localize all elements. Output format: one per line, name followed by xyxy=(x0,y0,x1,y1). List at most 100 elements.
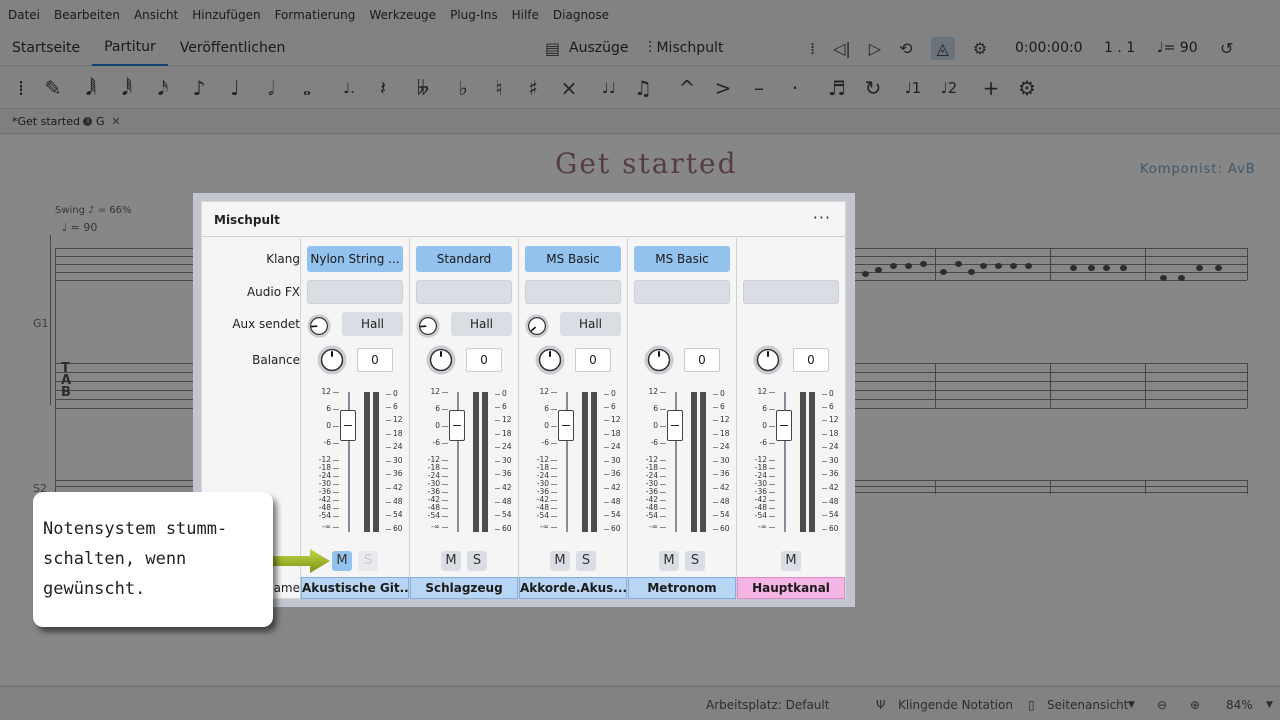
scale-tick-label: 6 xyxy=(653,405,666,413)
balance-input[interactable]: 0 xyxy=(684,348,720,372)
balance-knob-wrap[interactable] xyxy=(426,345,456,375)
meter-tick-label: 24 xyxy=(495,443,512,451)
sound-selector[interactable]: MS Basic xyxy=(634,246,730,272)
volume-fader-handle[interactable] xyxy=(776,410,792,441)
aux-send-knob[interactable] xyxy=(416,314,440,338)
meter-tick-label: 6 xyxy=(495,403,507,411)
scale-tick-label: 12 xyxy=(321,388,339,396)
audio-fx-slot[interactable] xyxy=(634,280,730,304)
scale-tick-label: 6 xyxy=(544,405,557,413)
balance-knob[interactable] xyxy=(317,345,347,375)
meter-tick-label: 6 xyxy=(604,403,616,411)
label-audio-fx: Audio FX xyxy=(246,285,300,299)
mute-button[interactable]: M xyxy=(550,551,570,571)
audio-fx-slot[interactable] xyxy=(525,280,621,304)
tick-mark xyxy=(551,459,557,461)
volume-fader-handle[interactable] xyxy=(558,410,574,441)
more-options-icon[interactable]: ··· xyxy=(813,208,831,227)
volume-fader-handle[interactable] xyxy=(449,410,465,441)
solo-button[interactable]: S xyxy=(685,551,705,571)
mute-button[interactable]: M xyxy=(441,551,461,571)
tick-mark xyxy=(333,467,339,469)
balance-input[interactable]: 0 xyxy=(575,348,611,372)
tick-mark xyxy=(495,501,500,503)
tick-mark xyxy=(386,446,391,448)
volume-fader-handle[interactable] xyxy=(340,410,356,441)
channel-name[interactable]: Metronom xyxy=(628,577,736,599)
volume-scale: 12 6 0 -6 -12 -18 -24 -30 -36 -42 -48 -54 -∞ xyxy=(309,388,339,538)
balance-input[interactable]: 0 xyxy=(357,348,393,372)
volume-fader-handle[interactable] xyxy=(667,410,683,441)
tick-mark xyxy=(713,433,718,435)
balance-knob-wrap[interactable] xyxy=(753,345,783,375)
level-meter-right xyxy=(373,392,379,532)
aux-send-knob-wrap[interactable] xyxy=(307,314,331,338)
tick-mark xyxy=(333,425,339,427)
aux-send-knob[interactable] xyxy=(307,314,331,338)
meter-tick-label: 12 xyxy=(822,416,839,424)
meter-tick-label: 48 xyxy=(386,498,403,506)
mute-button[interactable]: M xyxy=(781,551,801,571)
sound-selector[interactable]: Nylon String ... xyxy=(307,246,403,272)
meter-tick-text: 0 xyxy=(502,389,507,398)
channel-name[interactable]: Akkorde.Akus... xyxy=(519,577,627,599)
mute-button[interactable]: M xyxy=(659,551,679,571)
aux-send-knob-wrap[interactable] xyxy=(416,314,440,338)
audio-fx-slot[interactable] xyxy=(743,280,839,304)
tick-mark xyxy=(822,446,827,448)
mixer-title: Mischpult xyxy=(214,213,280,227)
mute-solo-row: MS xyxy=(519,551,628,571)
balance-knob[interactable] xyxy=(753,345,783,375)
meter-tick-label: 0 xyxy=(604,390,616,398)
aux-reverb-button[interactable]: Hall xyxy=(451,312,512,336)
tick-mark xyxy=(660,467,666,469)
balance-knob[interactable] xyxy=(535,345,565,375)
channel-name[interactable]: Akustische Git... xyxy=(301,577,409,599)
tick-mark xyxy=(495,393,500,395)
volume-fader-area: 12 6 0 -6 -12 -18 -24 -30 -36 -42 -48 -54 -∞ 0 6 12 18 24… xyxy=(410,388,519,538)
aux-send-knob-wrap[interactable] xyxy=(525,314,549,338)
tick-mark xyxy=(660,515,666,517)
sound-selector[interactable]: MS Basic xyxy=(525,246,621,272)
aux-reverb-button[interactable]: Hall xyxy=(342,312,403,336)
mute-button[interactable]: M xyxy=(332,551,352,571)
balance-knob[interactable] xyxy=(644,345,674,375)
meter-tick-label: 48 xyxy=(604,498,621,506)
channel-name[interactable]: Schlagzeug xyxy=(410,577,518,599)
balance-knob[interactable] xyxy=(426,345,456,375)
meter-tick-text: 0 xyxy=(611,389,616,398)
channel-name[interactable]: Hauptkanal xyxy=(737,577,845,599)
solo-button[interactable]: S xyxy=(467,551,487,571)
tick-mark xyxy=(604,514,609,516)
volume-scale: 12 6 0 -6 -12 -18 -24 -30 -36 -42 -48 -54 -∞ xyxy=(636,388,666,538)
tick-mark xyxy=(713,393,718,395)
meter-tick-text: 36 xyxy=(720,469,730,478)
meter-tick-label: 36 xyxy=(713,470,730,478)
mixer-channel: Standard Hall 0 12 6 0 -6 -12 -18 -24 -30 -36 -42 -48… xyxy=(410,238,519,600)
audio-fx-slot[interactable] xyxy=(416,280,512,304)
meter-tick-label: 24 xyxy=(604,443,621,451)
level-meter-right xyxy=(809,392,815,532)
aux-reverb-button[interactable]: Hall xyxy=(560,312,621,336)
scale-tick-label: -54 xyxy=(428,512,448,520)
meter-tick-label: 36 xyxy=(386,470,403,478)
solo-button[interactable]: S xyxy=(576,551,596,571)
balance-input[interactable]: 0 xyxy=(793,348,829,372)
meter-tick-label: 18 xyxy=(386,430,403,438)
balance-knob-wrap[interactable] xyxy=(317,345,347,375)
tick-mark xyxy=(713,514,718,516)
tick-mark xyxy=(769,442,775,444)
scale-tick-label: 6 xyxy=(762,405,775,413)
aux-send-knob[interactable] xyxy=(525,314,549,338)
sound-selector[interactable]: Standard xyxy=(416,246,512,272)
balance-input[interactable]: 0 xyxy=(466,348,502,372)
tick-mark xyxy=(442,483,448,485)
tick-mark xyxy=(442,507,448,509)
balance-knob-wrap[interactable] xyxy=(535,345,565,375)
audio-fx-slot[interactable] xyxy=(307,280,403,304)
level-meter-left xyxy=(582,392,588,532)
solo-button[interactable]: S xyxy=(358,551,378,571)
volume-scale: 12 6 0 -6 -12 -18 -24 -30 -36 -42 -48 -54 -∞ xyxy=(745,388,775,538)
balance-knob-wrap[interactable] xyxy=(644,345,674,375)
meter-tick-text: 54 xyxy=(611,510,621,519)
